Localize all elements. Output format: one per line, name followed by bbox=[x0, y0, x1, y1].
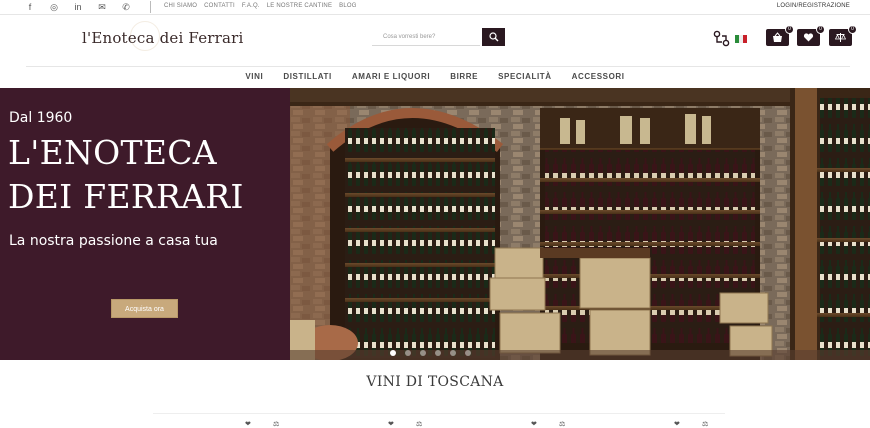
heart-icon[interactable]: ❤ bbox=[531, 420, 537, 428]
slider-dot-6[interactable] bbox=[465, 350, 471, 356]
slider-dot-1[interactable] bbox=[390, 350, 396, 356]
nav-distillati[interactable]: DISTILLATI bbox=[283, 68, 332, 88]
mail-icon[interactable]: ✉ bbox=[90, 2, 114, 12]
compare-icon[interactable]: ⚖ bbox=[702, 420, 708, 428]
search-button[interactable] bbox=[482, 28, 505, 46]
nav-vini[interactable]: VINI bbox=[245, 68, 263, 88]
divider bbox=[150, 1, 151, 13]
compare-button[interactable]: 0 bbox=[829, 25, 857, 46]
search-icon bbox=[488, 32, 498, 42]
link-blog[interactable]: BLOG bbox=[339, 3, 356, 9]
header-divider bbox=[26, 66, 850, 67]
link-faq[interactable]: F.A.Q. bbox=[242, 3, 260, 9]
heart-icon[interactable]: ❤ bbox=[674, 420, 680, 428]
heart-icon[interactable]: ❤ bbox=[245, 420, 251, 428]
link-chi-siamo[interactable]: CHI SIAMO bbox=[164, 3, 197, 9]
search-input[interactable]: Cosa vorresti bere? bbox=[372, 27, 480, 46]
hero-since: Dal 1960 bbox=[9, 110, 73, 126]
cart-button[interactable]: 0 bbox=[766, 25, 794, 46]
nav-accessori[interactable]: ACCESSORI bbox=[572, 68, 625, 88]
cart-count: 0 bbox=[785, 25, 794, 34]
top-bar: f ◎ in ✉ ✆ CHI SIAMO CONTATTI F.A.Q. LE … bbox=[0, 0, 870, 15]
slider-dot-5[interactable] bbox=[450, 350, 456, 356]
wine-cellar-illustration bbox=[290, 88, 870, 360]
instagram-icon[interactable]: ◎ bbox=[42, 2, 66, 12]
nav-birre[interactable]: BIRRE bbox=[450, 68, 478, 88]
compare-count: 0 bbox=[848, 25, 857, 34]
slider-dot-2[interactable] bbox=[405, 350, 411, 356]
wishlist-count: 0 bbox=[816, 25, 825, 34]
compare-icon[interactable] bbox=[713, 30, 731, 53]
slider-dot-3[interactable] bbox=[420, 350, 426, 356]
hero-text-panel: Dal 1960 L'ENOTECA DEI FERRARI La nostra… bbox=[0, 88, 290, 360]
facebook-icon[interactable]: f bbox=[18, 2, 42, 12]
hero-image-wine-cellar bbox=[290, 88, 870, 360]
login-link[interactable]: LOGIN/REGISTRAZIONE bbox=[777, 3, 850, 9]
section-title: VINI DI TOSCANA bbox=[366, 374, 504, 390]
heart-icon bbox=[803, 33, 814, 42]
wishlist-button[interactable]: 0 bbox=[797, 25, 825, 46]
slider-dots bbox=[390, 350, 471, 356]
hero-title: L'ENOTECA DEI FERRARI bbox=[8, 133, 244, 216]
heart-icon[interactable]: ❤ bbox=[388, 420, 394, 428]
header: l'Enoteca dei Ferrari Cosa vorresti bere… bbox=[0, 15, 870, 68]
it-flag-icon[interactable] bbox=[735, 35, 747, 43]
shop-now-button[interactable]: Acquista ora bbox=[111, 299, 178, 318]
compare-icon[interactable]: ⚖ bbox=[273, 420, 279, 428]
slider-dot-4[interactable] bbox=[435, 350, 441, 356]
hero-subtitle: La nostra passione a casa tua bbox=[9, 233, 218, 249]
link-contatti[interactable]: CONTATTI bbox=[204, 3, 235, 9]
compare-icon[interactable]: ⚖ bbox=[416, 420, 422, 428]
compare-icon[interactable]: ⚖ bbox=[559, 420, 565, 428]
main-nav: VINI DISTILLATI AMARI E LIQUORI BIRRE SP… bbox=[0, 68, 870, 88]
whatsapp-icon[interactable]: ✆ bbox=[114, 2, 138, 12]
scale-icon bbox=[835, 33, 846, 42]
link-cantine[interactable]: LE NOSTRE CANTINE bbox=[267, 3, 332, 9]
top-links: CHI SIAMO CONTATTI F.A.Q. LE NOSTRE CANT… bbox=[164, 3, 357, 9]
linkedin-icon[interactable]: in bbox=[66, 2, 90, 12]
social-links: f ◎ in ✉ ✆ bbox=[18, 2, 138, 12]
nav-amari-liquori[interactable]: AMARI E LIQUORI bbox=[352, 68, 430, 88]
logo[interactable]: l'Enoteca dei Ferrari bbox=[82, 29, 244, 47]
basket-icon bbox=[773, 32, 782, 42]
nav-specialita[interactable]: SPECIALITÀ bbox=[498, 68, 552, 88]
